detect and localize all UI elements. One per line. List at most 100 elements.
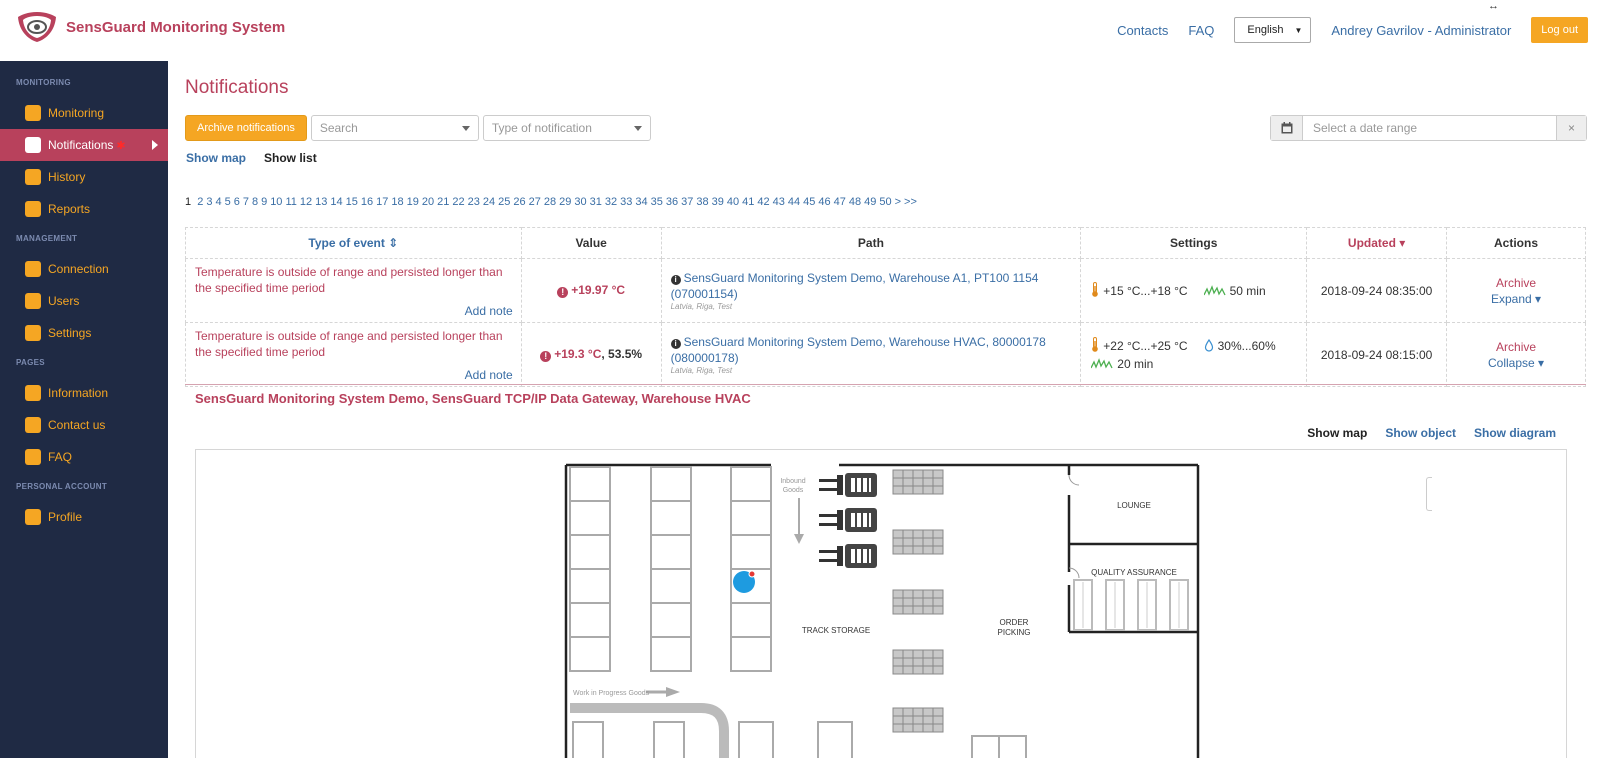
page-link-18[interactable]: 18: [391, 196, 403, 208]
page-next-link[interactable]: >: [895, 196, 901, 208]
page-link-42[interactable]: 42: [757, 196, 769, 208]
page-link-33[interactable]: 33: [620, 196, 632, 208]
sidebar-item-profile[interactable]: Profile: [0, 501, 168, 533]
page-link-2[interactable]: 2: [197, 196, 203, 208]
close-icon[interactable]: ×: [1556, 116, 1586, 140]
floor-plan[interactable]: Inbound Goods LOUNGE QUALITY ASSURANCE T…: [196, 450, 1567, 758]
pallet-stack: [892, 469, 944, 495]
page-link-26[interactable]: 26: [513, 196, 525, 208]
page-link-12[interactable]: 12: [300, 196, 312, 208]
sidebar-item-users[interactable]: Users: [0, 285, 168, 317]
page-current[interactable]: 1: [185, 196, 191, 208]
sidebar-item-faq[interactable]: FAQ: [0, 441, 168, 473]
archive-notifications-button[interactable]: Archive notifications: [185, 115, 307, 141]
detail-show-object-link[interactable]: Show object: [1385, 426, 1456, 440]
page-link-25[interactable]: 25: [498, 196, 510, 208]
page-link-20[interactable]: 20: [422, 196, 434, 208]
page-link-36[interactable]: 36: [666, 196, 678, 208]
page-link-47[interactable]: 47: [834, 196, 846, 208]
archive-link[interactable]: Archive: [1496, 276, 1536, 290]
page-link-3[interactable]: 3: [206, 196, 212, 208]
page-link-31[interactable]: 31: [590, 196, 602, 208]
page-link-46[interactable]: 46: [818, 196, 830, 208]
page-link-11[interactable]: 11: [285, 196, 296, 208]
page-link-8[interactable]: 8: [252, 196, 258, 208]
language-select[interactable]: English ▼: [1234, 17, 1312, 43]
collapse-toggle[interactable]: Collapse ▾: [1488, 356, 1544, 370]
path-link[interactable]: SensGuard Monitoring System Demo, Wareho…: [671, 271, 1039, 301]
col-updated[interactable]: Updated ▾: [1306, 227, 1448, 259]
page-link-29[interactable]: 29: [559, 196, 571, 208]
page-link-9[interactable]: 9: [261, 196, 267, 208]
page-link-48[interactable]: 48: [849, 196, 861, 208]
page-link-35[interactable]: 35: [651, 196, 663, 208]
col-type-of-event[interactable]: Type of event ⇕: [185, 227, 522, 259]
app-logo[interactable]: SensGuard Monitoring System: [16, 10, 285, 44]
page-link-40[interactable]: 40: [727, 196, 739, 208]
logout-button[interactable]: Log out: [1531, 17, 1588, 43]
page-link-50[interactable]: 50: [879, 196, 891, 208]
page-link-14[interactable]: 14: [330, 196, 342, 208]
contacts-link[interactable]: Contacts: [1117, 23, 1168, 38]
notification-type-select[interactable]: Type of notification: [482, 115, 651, 141]
sidebar-item-notifications[interactable]: Notifications ✱: [0, 129, 168, 161]
page-link-19[interactable]: 19: [407, 196, 419, 208]
add-note-link[interactable]: Add note: [465, 304, 513, 318]
page-link-34[interactable]: 34: [635, 196, 647, 208]
expand-toggle[interactable]: Expand ▾: [1491, 292, 1541, 306]
page-link-38[interactable]: 38: [696, 196, 708, 208]
show-list-link[interactable]: Show list: [264, 151, 317, 165]
show-map-link[interactable]: Show map: [186, 151, 246, 165]
page-link-21[interactable]: 21: [437, 196, 449, 208]
folder-icon: [25, 385, 41, 401]
archive-link[interactable]: Archive: [1496, 340, 1536, 354]
date-range-picker[interactable]: Select a date range ×: [1270, 115, 1587, 141]
page-link-30[interactable]: 30: [574, 196, 586, 208]
search-select[interactable]: Search: [310, 115, 479, 141]
page-link-7[interactable]: 7: [243, 196, 249, 208]
sidebar-item-history[interactable]: History: [0, 161, 168, 193]
qa-label: QUALITY ASSURANCE: [1091, 568, 1177, 577]
path-link[interactable]: SensGuard Monitoring System Demo, Wareho…: [671, 335, 1046, 365]
sidebar-item-contact-us[interactable]: Contact us: [0, 409, 168, 441]
page-link-15[interactable]: 15: [346, 196, 358, 208]
page-link-24[interactable]: 24: [483, 196, 495, 208]
faq-link[interactable]: FAQ: [1188, 23, 1214, 38]
page-link-44[interactable]: 44: [788, 196, 800, 208]
page-link-10[interactable]: 10: [270, 196, 282, 208]
page-link-17[interactable]: 17: [376, 196, 388, 208]
page-link-45[interactable]: 45: [803, 196, 815, 208]
page-link-28[interactable]: 28: [544, 196, 556, 208]
page-link-27[interactable]: 27: [529, 196, 541, 208]
date-range-input[interactable]: Select a date range: [1303, 116, 1556, 140]
page-link-13[interactable]: 13: [315, 196, 327, 208]
page-link-37[interactable]: 37: [681, 196, 693, 208]
page-link-32[interactable]: 32: [605, 196, 617, 208]
sidebar-item-monitoring[interactable]: Monitoring: [0, 97, 168, 129]
detail-show-diagram-link[interactable]: Show diagram: [1474, 426, 1556, 440]
page-link-41[interactable]: 41: [742, 196, 754, 208]
detail-show-map-link[interactable]: Show map: [1307, 426, 1367, 440]
add-note-link[interactable]: Add note: [465, 368, 513, 382]
page-link-49[interactable]: 49: [864, 196, 876, 208]
calendar-icon[interactable]: [1271, 116, 1303, 140]
sidebar-item-reports[interactable]: Reports: [0, 193, 168, 225]
page-link-39[interactable]: 39: [712, 196, 724, 208]
floor-plan-panel[interactable]: Inbound Goods LOUNGE QUALITY ASSURANCE T…: [195, 449, 1567, 758]
side-scroll-handle[interactable]: [1426, 477, 1432, 511]
page-link-22[interactable]: 22: [452, 196, 464, 208]
page-link-16[interactable]: 16: [361, 196, 373, 208]
page-last-link[interactable]: >>: [904, 196, 917, 208]
user-profile-link[interactable]: Andrey Gavrilov - Administrator: [1331, 23, 1511, 38]
sensor-marker[interactable]: [733, 570, 756, 593]
page-link-4[interactable]: 4: [215, 196, 221, 208]
page-link-23[interactable]: 23: [468, 196, 480, 208]
sidebar-item-settings[interactable]: Settings: [0, 317, 168, 349]
page-link-5[interactable]: 5: [225, 196, 231, 208]
page-link-6[interactable]: 6: [234, 196, 240, 208]
page-link-43[interactable]: 43: [773, 196, 785, 208]
sidebar-item-information[interactable]: Information: [0, 377, 168, 409]
event-cell: Temperature is outside of range and pers…: [185, 258, 522, 323]
notification-type-placeholder: Type of notification: [491, 121, 592, 135]
sidebar-item-connection[interactable]: Connection: [0, 253, 168, 285]
